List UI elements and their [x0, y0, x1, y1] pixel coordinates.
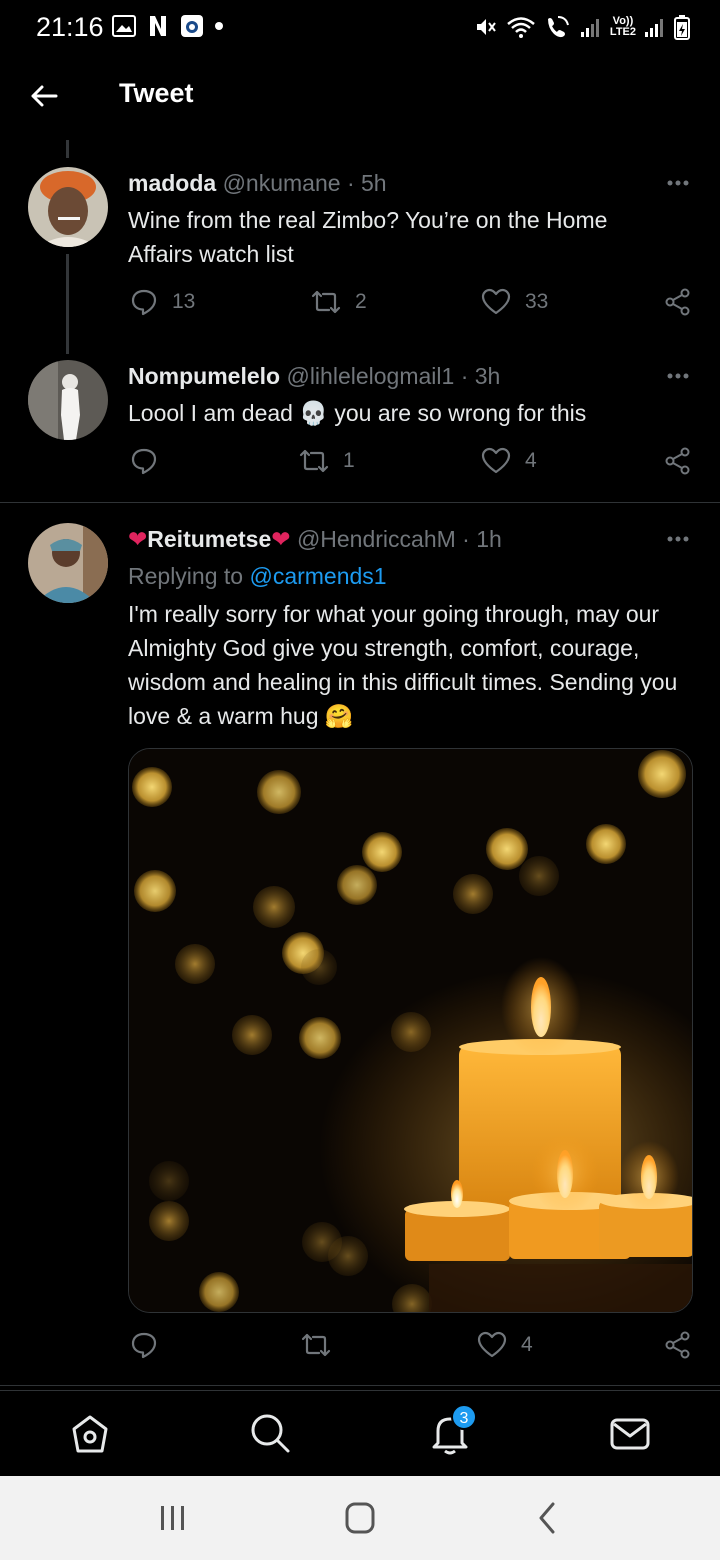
arrow-left-icon[interactable] [26, 78, 62, 114]
avatar[interactable] [28, 523, 108, 603]
retweet-icon [301, 1333, 331, 1357]
gallery-icon [112, 15, 136, 37]
hug-emoji: 🤗 [324, 703, 354, 729]
reply-button[interactable] [130, 1331, 172, 1359]
tweet-time: 5h [361, 170, 387, 196]
reply-button[interactable]: 13 [130, 288, 195, 316]
divider [0, 502, 720, 503]
tweet-actions: 4 [128, 1331, 698, 1371]
display-name-text: Reitumetse [147, 526, 272, 552]
tweet-header: Nompumelelo @lihlelelogmail1 · 3h [128, 363, 500, 390]
tweet-text: Loool I am dead 💀 you are so wrong for t… [128, 396, 688, 430]
tweet-text-body: I'm really sorry for what your going thr… [128, 601, 678, 729]
like-count: 4 [525, 449, 537, 472]
avatar[interactable] [28, 360, 108, 440]
more-options-icon[interactable] [666, 535, 690, 543]
heart-icon [477, 1331, 507, 1358]
mute-icon [476, 19, 496, 35]
like-button[interactable]: 4 [477, 1331, 533, 1359]
dot-icon [215, 22, 223, 30]
page-title: Tweet [119, 78, 194, 108]
top-bar: Tweet [0, 56, 720, 136]
reply-button[interactable] [130, 447, 172, 475]
thread-line [66, 254, 69, 354]
like-button[interactable]: 4 [481, 447, 537, 475]
tweet-header: madoda @nkumane · 5h [128, 170, 387, 197]
heart-icon [481, 288, 511, 315]
user-handle[interactable]: @nkumane [223, 170, 341, 196]
bottom-nav [0, 1390, 720, 1476]
share-icon[interactable] [664, 447, 692, 475]
tweet-text: I'm really sorry for what your going thr… [128, 597, 683, 733]
divider [0, 1385, 720, 1386]
recent-apps-icon[interactable] [153, 1500, 193, 1536]
separator: · [346, 170, 355, 196]
reply-icon [131, 289, 157, 316]
system-nav-bar [0, 1476, 720, 1560]
signal-icon [580, 19, 599, 37]
skull-emoji: 💀 [299, 400, 328, 426]
more-options-icon[interactable] [666, 372, 690, 380]
retweet-button[interactable]: 2 [311, 288, 367, 316]
tweet-actions: 1 4 [128, 447, 698, 487]
home-icon[interactable] [68, 1411, 112, 1455]
more-options-icon[interactable] [666, 179, 690, 187]
replying-to-label: Replying to [128, 563, 244, 589]
thread-line [66, 140, 69, 158]
tweet-image[interactable] [128, 748, 693, 1313]
volte-lte2-icon: Vo)) LTE2 [610, 16, 636, 38]
mention-link[interactable]: @carmends1 [249, 563, 386, 589]
status-right-icons: Vo)) LTE2 [474, 14, 690, 40]
like-count: 33 [525, 290, 549, 313]
notification-badge: 3 [451, 1404, 477, 1430]
reply-count: 13 [172, 290, 196, 313]
tweet-header: ❤Reitumetse❤ @HendriccahM · 1h [128, 526, 502, 553]
tweet-time: 1h [476, 526, 502, 552]
lte-label: LTE2 [609, 26, 636, 38]
home-button-icon[interactable] [340, 1500, 380, 1536]
messages-icon[interactable] [608, 1411, 652, 1455]
tweet-actions: 13 2 33 [128, 288, 698, 328]
back-button-icon[interactable] [527, 1500, 567, 1536]
separator: · [462, 526, 470, 552]
heart-emoji: ❤ [128, 526, 148, 552]
status-bar: 21:16 Vo)) LTE2 [0, 0, 720, 56]
retweet-icon [299, 449, 329, 473]
user-handle[interactable]: @HendriccahM [297, 526, 456, 552]
netflix-icon [150, 16, 166, 36]
retweet-count: 1 [343, 449, 355, 472]
retweet-button[interactable] [301, 1331, 345, 1359]
retweet-count: 2 [355, 290, 367, 313]
shield-app-icon [181, 15, 203, 37]
wifi-icon [507, 17, 535, 38]
battery-icon [674, 15, 690, 40]
like-count: 4 [521, 1333, 533, 1356]
replying-to: Replying to @carmends1 [128, 563, 387, 590]
search-icon[interactable] [248, 1411, 292, 1455]
user-handle[interactable]: @lihlelelogmail1 [286, 363, 454, 389]
heart-icon [481, 447, 511, 474]
avatar[interactable] [28, 167, 108, 247]
display-name[interactable]: madoda [128, 170, 216, 196]
tweet-text-end: you are so wrong for this [334, 400, 587, 426]
display-name[interactable]: Nompumelelo [128, 363, 280, 389]
retweet-button[interactable]: 1 [299, 447, 355, 475]
wifi-calling-icon [547, 16, 569, 38]
retweet-icon [311, 290, 341, 314]
status-left-icons [112, 14, 224, 38]
tweet-text: Wine from the real Zimbo? You’re on the … [128, 207, 608, 267]
share-icon[interactable] [664, 1331, 692, 1359]
reply-icon [131, 1332, 157, 1359]
tweet-time: 3h [474, 363, 501, 389]
reply-icon [131, 448, 157, 475]
signal-icon [645, 19, 663, 37]
heart-emoji: ❤ [271, 526, 291, 552]
tweet-text-start: Loool I am dead [128, 400, 293, 426]
share-icon[interactable] [664, 288, 692, 316]
display-name[interactable]: ❤Reitumetse❤ [128, 526, 297, 552]
status-time: 21:16 [36, 12, 104, 42]
like-button[interactable]: 33 [481, 288, 548, 316]
separator: · [460, 363, 469, 389]
